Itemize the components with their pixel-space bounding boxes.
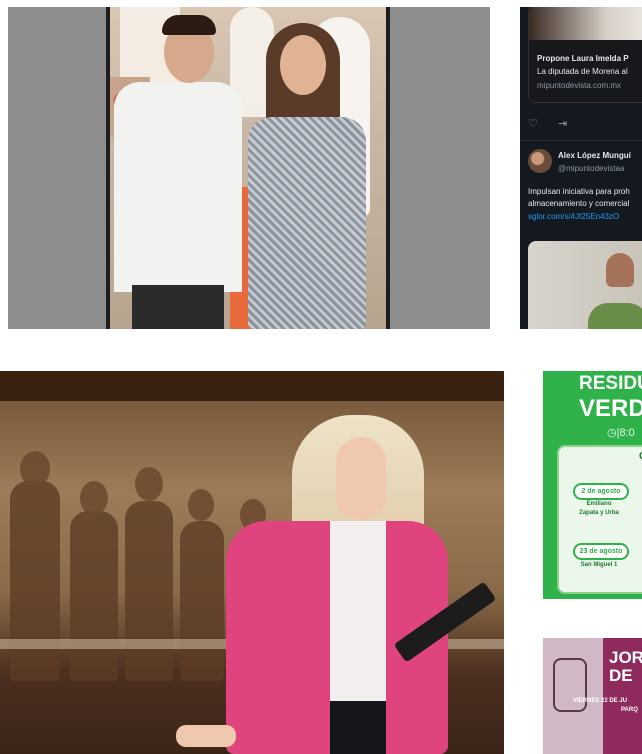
poster-title-line-2: VERD [579,395,642,422]
clock-icon: ◷ [607,427,617,439]
divider [520,140,642,141]
poster-title-line-2: DE [609,666,633,685]
avatar[interactable] [528,149,552,173]
mural-head [188,489,214,521]
media-person-body [588,303,642,329]
date-pill: 2 de agosto [573,483,629,500]
man-shirt [114,82,242,292]
man-pants [132,285,224,329]
mural-figure [10,481,60,681]
purple-poster-tile[interactable]: JOR DE VIERNES 22 DE JU PARQ [543,638,642,754]
post-media-image[interactable] [528,241,642,329]
couple-photo-tile[interactable] [8,7,490,329]
man-hair [162,15,216,35]
poster-photo [543,638,603,754]
schedule-panel: C 2 de agosto Emiliano Zapata y Urba 23 … [557,445,642,594]
post-source: mipuntodevista.com.mx [537,81,622,90]
place-line: Zapata y Urba [579,510,619,516]
woman-hand [176,725,236,747]
woman-photo-tile[interactable] [0,371,504,754]
mural-figure [125,501,173,681]
clock-text: ◷|8:0 [607,427,635,439]
share-icon[interactable]: ⇥ [558,117,567,130]
green-poster-tile[interactable]: RESIDU VERD ◷|8:0 C 2 de agosto Emiliano… [543,371,642,599]
like-icon[interactable]: ♡ [528,117,538,130]
mural-figure [70,511,118,681]
white-blouse [330,521,386,701]
post-line-2: almacenamiento y comercial [528,199,630,208]
post-subtitle: La diputada de Morena al [537,67,628,76]
author-name[interactable]: Alex López Munguí [558,151,631,160]
place-line: Emiliano [586,501,612,507]
mural-head [80,481,108,515]
media-person-hair [606,253,634,287]
place-line: San Miguel 1 [580,562,618,568]
post-line-1: Impulsan iniciativa para proh [528,187,630,196]
poster-title-line-1: JOR [609,648,642,667]
poster-title-line-1: RESIDU [579,373,642,394]
date-pill: 23 de agosto [573,543,629,560]
social-feed-tile[interactable]: Propone Laura Imelda P La diputada de Mo… [520,7,642,329]
mural-head [135,467,163,501]
woman-head [280,35,326,95]
post-link[interactable]: sglor.com/s/4Jt25En43zO [528,212,619,221]
dark-pants [330,701,386,754]
woman-dress [248,117,366,329]
couple-photo [106,7,390,329]
author-handle[interactable]: @mipuntodevistaa [558,164,624,173]
poster-place: PARQ [621,707,638,713]
poster-date: VIERNES 22 DE JU [573,698,628,704]
mural-figure [180,521,224,681]
link-preview-image [529,7,642,40]
post-title: Propone Laura Imelda P [537,54,629,63]
ceiling [0,371,504,401]
woman-face [336,437,386,519]
link-preview-card[interactable]: Propone Laura Imelda P La diputada de Mo… [528,7,642,103]
mural-head [20,451,50,487]
